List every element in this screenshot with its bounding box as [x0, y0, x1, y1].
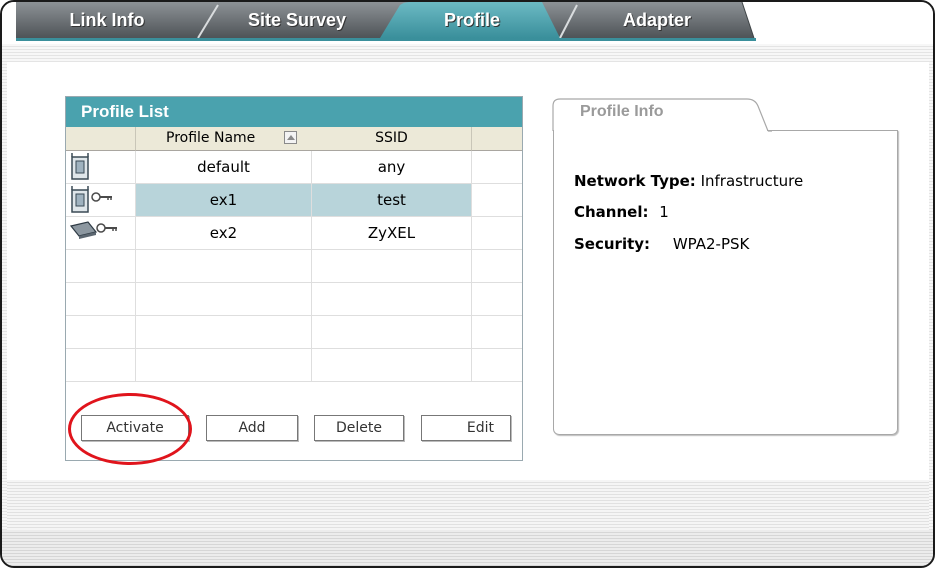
row-icon-cell [66, 217, 136, 249]
profile-info-title: Profile Info [580, 103, 664, 120]
table-row-empty [66, 283, 522, 316]
channel-label: Channel: [574, 203, 649, 221]
channel-value: 1 [659, 203, 669, 221]
tab-profile[interactable]: Profile [407, 8, 537, 32]
security-line: Security: WPA2-PSK [574, 235, 749, 253]
profile-name-cell: ex1 [136, 184, 312, 216]
ssid-cell: ZyXEL [312, 217, 472, 249]
column-header-profile-name-label: Profile Name [166, 130, 256, 146]
app-window: Link Info Site Survey Profile Adapter Pr… [0, 0, 935, 568]
edit-button[interactable]: Edit [421, 415, 511, 441]
infrastructure-ap-icon [71, 153, 89, 180]
activate-button[interactable]: Activate [81, 415, 189, 441]
profile-list-panel: Profile List Profile Name SSID default a… [65, 96, 523, 461]
profile-table: Profile Name SSID default any ex1 test e… [66, 127, 522, 389]
table-row-empty [66, 349, 522, 382]
security-label: Security: [574, 235, 651, 253]
profile-list-title: Profile List [66, 97, 522, 127]
column-header-ssid[interactable]: SSID [312, 127, 472, 151]
sort-ascending-icon[interactable] [284, 131, 297, 144]
column-header-icon[interactable] [66, 127, 136, 151]
table-row-selected[interactable]: ex1 test [66, 184, 522, 217]
table-row-empty [66, 250, 522, 283]
tab-link-info[interactable]: Link Info [42, 8, 172, 32]
add-button[interactable]: Add [206, 415, 298, 441]
adhoc-secure-icon [69, 221, 117, 239]
security-value: WPA2-PSK [672, 235, 750, 253]
row-icon-cell [66, 151, 136, 183]
table-row[interactable]: ex2 ZyXEL [66, 217, 522, 250]
ssid-cell: test [312, 184, 472, 216]
channel-line: Channel: 1 [574, 203, 669, 221]
tab-bar: Link Info Site Survey Profile Adapter [2, 2, 933, 44]
tab-site-survey[interactable]: Site Survey [217, 8, 377, 32]
network-type-label: Network Type: [574, 172, 696, 190]
network-type-line: Network Type: Infrastructure [574, 172, 803, 190]
table-row[interactable]: default any [66, 151, 522, 184]
profile-name-cell: ex2 [136, 217, 312, 249]
profile-name-cell: default [136, 151, 312, 183]
table-row-empty [66, 316, 522, 349]
profile-info-top-border [767, 130, 898, 131]
ssid-cell: any [312, 151, 472, 183]
status-bar [2, 530, 933, 566]
delete-button[interactable]: Delete [314, 415, 404, 441]
network-type-value: Infrastructure [700, 172, 804, 190]
column-header-blank [472, 127, 522, 151]
tab-adapter[interactable]: Adapter [582, 8, 732, 32]
row-icon-cell [66, 184, 136, 216]
infrastructure-ap-secure-icon [71, 186, 112, 213]
footer-stripe [7, 480, 929, 530]
